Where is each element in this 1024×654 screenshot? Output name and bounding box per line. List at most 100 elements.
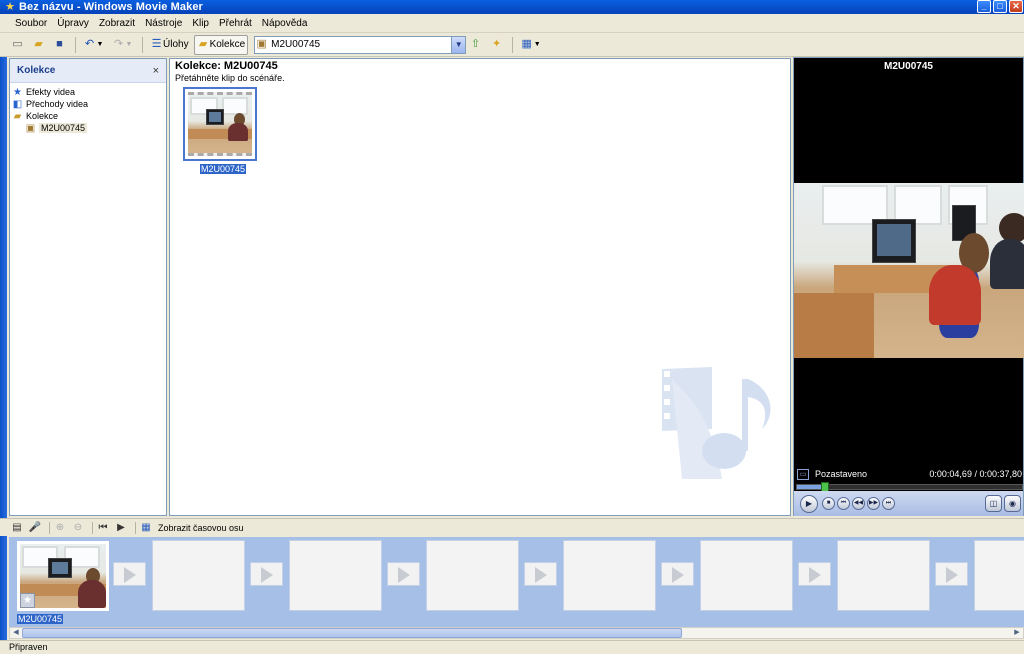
- toolbar-separator: [512, 36, 514, 53]
- new-collection-button[interactable]: ✦: [487, 35, 506, 55]
- open-folder-icon: ▰: [34, 38, 43, 50]
- transition-slot[interactable]: [250, 562, 283, 586]
- timeline-icon[interactable]: ▦: [139, 521, 153, 535]
- save-project-button[interactable]: ■: [50, 35, 69, 55]
- menu-zobrazit[interactable]: Zobrazit: [94, 14, 140, 33]
- preview-status-bar: ▭ Pozastaveno 0:00:04,69 / 0:00:37,80: [794, 466, 1024, 482]
- storyboard[interactable]: ★ M2U00745: [9, 537, 1024, 628]
- tasks-list-icon: ☰: [151, 38, 162, 50]
- close-panel-icon[interactable]: ×: [153, 65, 159, 77]
- status-bar: Připraven: [0, 640, 1024, 654]
- scrollbar-thumb[interactable]: [22, 628, 682, 638]
- empty-clip-slot[interactable]: [426, 540, 519, 611]
- redo-button[interactable]: ↷ ▼: [109, 35, 136, 55]
- playback-time: 0:00:04,69 / 0:00:37,80: [929, 469, 1022, 479]
- storyboard-clip-label: M2U00745: [17, 614, 64, 624]
- show-timeline-button[interactable]: Zobrazit časovou osu: [158, 523, 244, 533]
- menu-upravy[interactable]: Úpravy: [52, 14, 94, 33]
- movie-maker-watermark-icon: [662, 367, 771, 479]
- chevron-down-icon[interactable]: ▼: [451, 36, 466, 53]
- forward-icon[interactable]: ▶▶: [867, 497, 880, 510]
- redo-icon: ↷: [113, 38, 124, 50]
- transition-slot[interactable]: [387, 562, 420, 586]
- empty-clip-slot[interactable]: [289, 540, 382, 611]
- seek-bar[interactable]: [796, 482, 1023, 492]
- play-icon[interactable]: ▶: [800, 494, 818, 513]
- close-icon[interactable]: ✕: [1009, 0, 1023, 13]
- storyboard-clip[interactable]: ★: [17, 541, 109, 611]
- new-document-icon: ▭: [12, 38, 23, 50]
- transition-slot[interactable]: [935, 562, 968, 586]
- empty-clip-slot[interactable]: [974, 540, 1024, 611]
- video-effect-star-icon[interactable]: ★: [20, 593, 35, 608]
- playback-controls: ▶ ■ ⏮ ◀◀ ▶▶ ⏭ ◫ ◉: [794, 491, 1023, 516]
- rewind-storyboard-icon[interactable]: ⏮: [96, 521, 110, 535]
- take-picture-icon[interactable]: ◉: [1004, 495, 1021, 512]
- tree-item-video-transitions[interactable]: ◧ Přechody videa: [10, 98, 166, 110]
- empty-clip-slot[interactable]: [152, 540, 245, 611]
- transitions-icon: ◧: [12, 98, 23, 110]
- maximize-icon[interactable]: □: [993, 0, 1007, 13]
- zoom-out-icon[interactable]: ⊖: [71, 521, 85, 535]
- open-project-button[interactable]: ▰: [29, 35, 48, 55]
- transition-arrow-icon: [809, 567, 821, 583]
- transition-slot[interactable]: [524, 562, 557, 586]
- clip-thumbnail-frame: [188, 92, 252, 156]
- scroll-right-icon[interactable]: ▶: [1011, 628, 1023, 638]
- transition-slot[interactable]: [661, 562, 694, 586]
- new-folder-icon: ✦: [492, 38, 502, 50]
- zoom-in-icon[interactable]: ⊕: [53, 521, 67, 535]
- views-grid-icon: ▦: [521, 38, 532, 50]
- title-bar[interactable]: ★ Bez názvu - Windows Movie Maker _ □ ✕: [0, 0, 1024, 14]
- views-button[interactable]: ▦ ▼: [517, 35, 544, 55]
- toolbar-separator: [49, 521, 50, 534]
- next-frame-icon[interactable]: ⏭: [882, 497, 895, 510]
- preview-video-frame[interactable]: [794, 183, 1024, 358]
- clip-thumbnail-image: [188, 95, 252, 153]
- previous-frame-icon[interactable]: ⏮: [837, 497, 850, 510]
- transition-arrow-icon: [946, 567, 958, 583]
- empty-clip-slot[interactable]: [837, 540, 930, 611]
- stop-icon[interactable]: ■: [822, 497, 835, 510]
- undo-button[interactable]: ↶ ▼: [80, 35, 107, 55]
- new-project-button[interactable]: ▭: [8, 35, 27, 55]
- tree-item-video-effects[interactable]: ★ Efekty videa: [10, 86, 166, 98]
- clip-thumbnail[interactable]: [183, 87, 257, 161]
- toolbar-separator: [92, 521, 93, 534]
- collections-folder-icon: ▰: [198, 38, 208, 50]
- window-left-border: [0, 33, 7, 640]
- preview-monitor: M2U00745 ▭ Pozastaveno 0:00:04,69 / 0:00…: [793, 57, 1024, 516]
- preview-title: M2U00745: [884, 61, 933, 72]
- transition-slot[interactable]: [798, 562, 831, 586]
- minimize-icon[interactable]: _: [977, 0, 991, 13]
- clip-thumbnail-label[interactable]: M2U00745: [200, 164, 247, 174]
- up-one-level-button[interactable]: ⇧: [466, 35, 485, 55]
- menu-klip[interactable]: Klip: [187, 14, 214, 33]
- tree-item-collections[interactable]: ▰ Kolekce: [10, 110, 166, 122]
- collections-label: Kolekce: [209, 39, 246, 50]
- menu-soubor[interactable]: Soubor: [10, 14, 52, 33]
- save-disk-icon: ■: [56, 38, 63, 50]
- chevron-down-icon: ▼: [125, 41, 133, 48]
- rewind-icon[interactable]: ◀◀: [852, 497, 865, 510]
- play-storyboard-icon[interactable]: ▶: [114, 521, 128, 535]
- menu-napoveda[interactable]: Nápověda: [257, 14, 313, 33]
- tree-item-m2u00745[interactable]: ▣ M2U00745: [10, 122, 166, 134]
- narrate-microphone-icon[interactable]: 🎤: [28, 521, 42, 535]
- toolbar-separator: [135, 521, 136, 534]
- menu-prehrat[interactable]: Přehrát: [214, 14, 257, 33]
- collections-button[interactable]: ▰ Kolekce: [193, 34, 249, 55]
- storyboard-scrollbar[interactable]: ◀ ▶: [9, 627, 1024, 639]
- collection-combo[interactable]: ▣ M2U00745 ▼: [254, 35, 467, 54]
- tasks-button[interactable]: ☰ Úlohy: [147, 35, 192, 55]
- transition-arrow-icon: [672, 567, 684, 583]
- empty-clip-slot[interactable]: [700, 540, 793, 611]
- transition-slot[interactable]: [113, 562, 146, 586]
- up-folder-icon: ⇧: [471, 38, 481, 50]
- split-clip-icon[interactable]: ◫: [985, 495, 1002, 512]
- storyboard-view-icon[interactable]: ▤: [10, 521, 24, 535]
- collections-panel: Kolekce × ★ Efekty videa ◧ Přechody vide…: [9, 58, 167, 516]
- empty-clip-slot[interactable]: [563, 540, 656, 611]
- scroll-left-icon[interactable]: ◀: [10, 628, 22, 638]
- menu-nastroje[interactable]: Nástroje: [140, 14, 187, 33]
